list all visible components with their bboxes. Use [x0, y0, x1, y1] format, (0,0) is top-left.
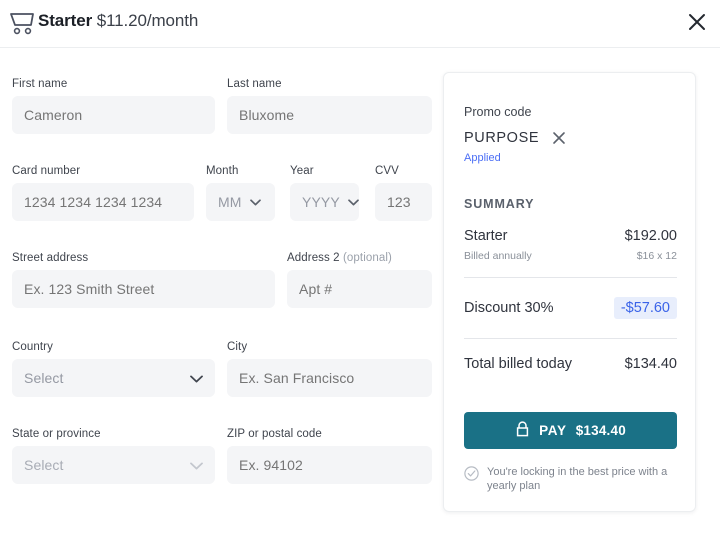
page-title: Starter $11.20/month	[38, 11, 198, 31]
summary-plan-value: $192.00	[624, 228, 677, 244]
summary-plan-subrow: Billed annually $16 x 12	[464, 250, 677, 262]
chevron-down-icon	[249, 198, 261, 206]
cvv-field: CVV	[375, 165, 432, 221]
summary-discount-row: Discount 30% -$57.60	[464, 297, 677, 319]
chevron-down-icon	[190, 370, 203, 386]
summary-plan-row: Starter $192.00	[464, 228, 677, 244]
checkout-header: Starter $11.20/month	[0, 0, 720, 48]
month-select-value: MM	[218, 194, 242, 210]
zip-field: ZIP or postal code	[227, 428, 432, 484]
summary-heading: SUMMARY	[464, 197, 535, 211]
summary-plan-sub-label: Billed annually	[464, 250, 532, 262]
year-select[interactable]: YYYY	[290, 183, 359, 221]
last-name-input[interactable]	[227, 96, 432, 134]
street-address-input[interactable]	[12, 270, 275, 308]
country-field: Country Select	[12, 341, 215, 397]
summary-discount-value: -$57.60	[613, 297, 677, 319]
state-select-value: Select	[24, 457, 64, 473]
first-name-field: First name	[12, 78, 215, 134]
zip-label: ZIP or postal code	[227, 428, 322, 440]
pay-button[interactable]: PAY $134.40	[464, 412, 677, 449]
address2-label: Address 2 (optional)	[287, 252, 432, 264]
cvv-input[interactable]	[375, 183, 432, 221]
state-field: State or province Select	[12, 428, 215, 484]
month-field: Month MM	[206, 165, 275, 221]
pay-button-amount: $134.40	[575, 423, 626, 438]
summary-total-value: $134.40	[624, 356, 677, 372]
checkout-page: Starter $11.20/month First name Last nam…	[0, 0, 720, 540]
address2-input[interactable]	[287, 270, 432, 308]
summary-plan-sub-value: $16 x 12	[636, 250, 677, 262]
promo-remove-button[interactable]	[551, 130, 567, 146]
country-select[interactable]: Select	[12, 359, 215, 397]
state-label: State or province	[12, 428, 101, 440]
summary-divider	[464, 277, 677, 278]
shopping-cart-icon	[8, 10, 38, 38]
lock-icon	[515, 420, 530, 441]
chevron-down-icon	[190, 457, 203, 473]
address2-optional-text: (optional)	[342, 252, 392, 264]
year-label: Year	[290, 165, 314, 177]
promo-code-row: PURPOSE	[464, 130, 567, 146]
plan-price: $11.20/month	[96, 11, 199, 30]
city-label: City	[227, 341, 248, 353]
close-icon	[553, 132, 565, 144]
promo-applied-status: Applied	[464, 152, 501, 164]
summary-divider	[464, 338, 677, 339]
year-select-value: YYYY	[302, 194, 340, 210]
first-name-label: First name	[12, 78, 68, 90]
promo-code-value: PURPOSE	[464, 130, 540, 146]
summary-total-label: Total billed today	[464, 356, 573, 372]
assurance-note: You're locking in the best price with a …	[464, 465, 677, 493]
summary-plan-label: Starter	[464, 228, 508, 244]
address2-field: Address 2 (optional)	[287, 252, 432, 308]
city-input[interactable]	[227, 359, 432, 397]
cvv-label: CVV	[375, 165, 399, 177]
close-button[interactable]	[680, 5, 714, 39]
card-number-input[interactable]	[12, 183, 194, 221]
check-circle-icon	[464, 466, 479, 486]
country-select-value: Select	[24, 370, 64, 386]
pay-button-label: PAY	[539, 423, 567, 438]
order-summary-card: Promo code PURPOSE Applied SUMMARY Start…	[443, 72, 696, 512]
year-field: Year YYYY	[290, 165, 359, 221]
card-number-label: Card number	[12, 165, 81, 177]
month-select[interactable]: MM	[206, 183, 275, 221]
summary-discount-label: Discount 30%	[464, 300, 554, 316]
last-name-label: Last name	[227, 78, 282, 90]
close-icon	[689, 14, 705, 30]
address2-label-text: Address 2	[287, 252, 340, 264]
month-label: Month	[206, 165, 239, 177]
street-address-label: Street address	[12, 252, 89, 264]
country-label: Country	[12, 341, 53, 353]
state-select[interactable]: Select	[12, 446, 215, 484]
first-name-input[interactable]	[12, 96, 215, 134]
city-field: City	[227, 341, 432, 397]
last-name-field: Last name	[227, 78, 432, 134]
billing-form: First name Last name Card number Month M…	[0, 48, 440, 540]
promo-code-label: Promo code	[464, 105, 532, 119]
summary-total-row: Total billed today $134.40	[464, 356, 677, 372]
zip-input[interactable]	[227, 446, 432, 484]
chevron-down-icon	[347, 198, 359, 206]
assurance-text: You're locking in the best price with a …	[487, 466, 668, 492]
plan-name: Starter	[38, 11, 93, 30]
street-address-field: Street address	[12, 252, 275, 308]
card-number-field: Card number	[12, 165, 194, 221]
